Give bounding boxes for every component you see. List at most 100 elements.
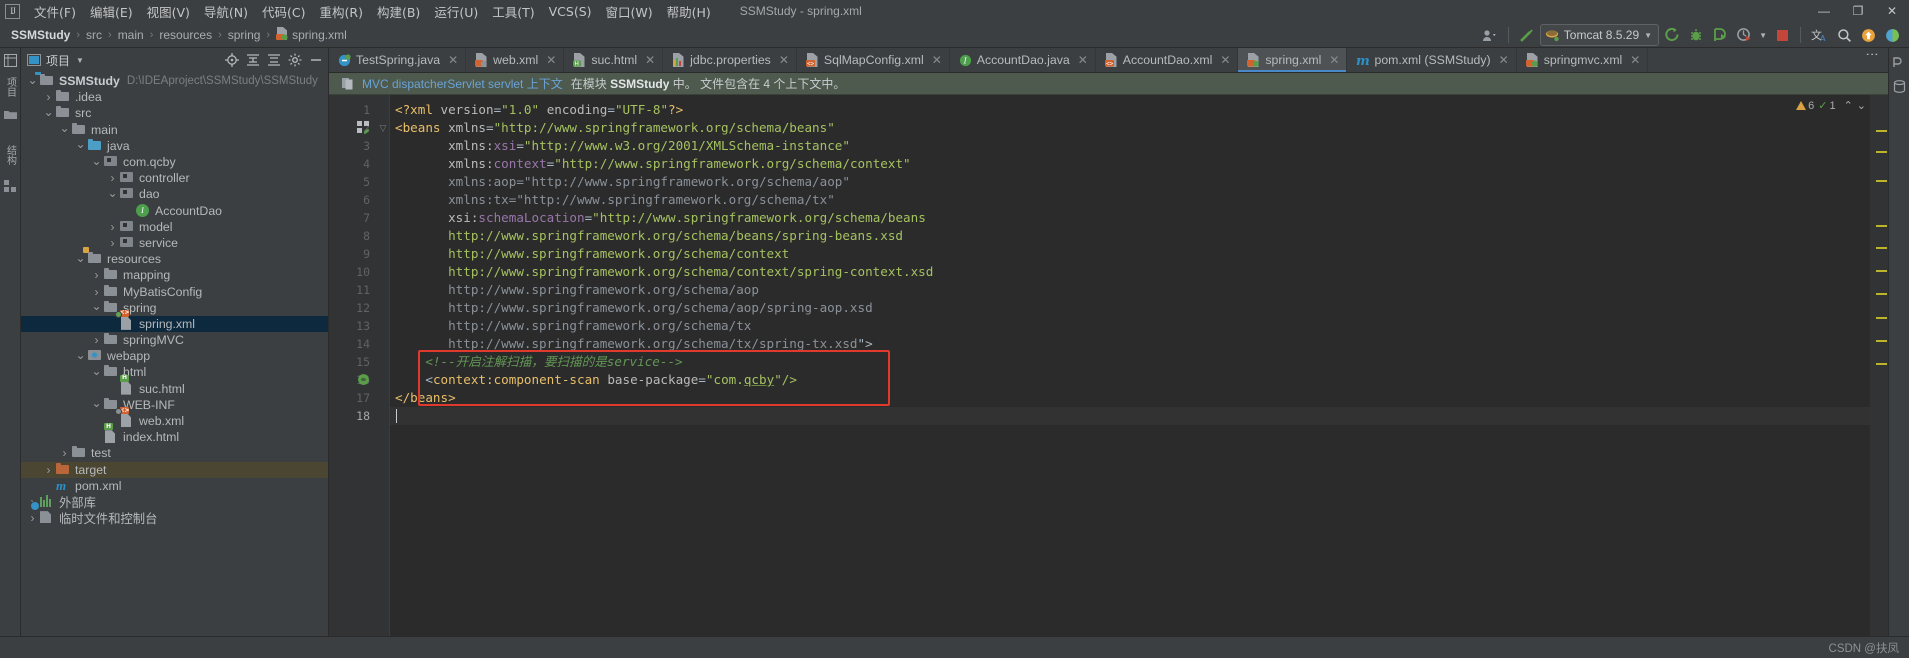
tree-node-main[interactable]: ⌄ main bbox=[21, 122, 328, 138]
tree-node-ssmstudy[interactable]: ⌄ SSMStudy D:\IDEAproject\SSMStudy\SSMStud… bbox=[21, 72, 328, 89]
maximize-button[interactable]: ❐ bbox=[1841, 0, 1875, 22]
error-stripe-mark[interactable] bbox=[1876, 340, 1887, 342]
update-available-icon[interactable] bbox=[1857, 24, 1879, 46]
error-stripe-mark[interactable] bbox=[1876, 130, 1887, 132]
chevron-down-icon[interactable]: ⌄ bbox=[59, 122, 70, 135]
error-stripe-mark[interactable] bbox=[1876, 293, 1887, 295]
error-stripe-mark[interactable] bbox=[1876, 247, 1887, 249]
tree-node-mybatisconfig[interactable]: › MyBatisConfig bbox=[21, 283, 328, 299]
close-tab-icon[interactable]: ✕ bbox=[1220, 53, 1230, 67]
menu-edit[interactable]: 编辑(E) bbox=[83, 0, 140, 23]
editor-tab-suc-html[interactable]: Hsuc.html ✕ bbox=[564, 48, 664, 72]
spring-context-notification-bar[interactable]: MVC dispatcherServlet servlet 上下文 在模块 SS… bbox=[329, 73, 1888, 95]
prev-problem-icon[interactable]: ⌃ bbox=[1844, 99, 1853, 112]
stop-button[interactable] bbox=[1771, 24, 1793, 46]
menu-file[interactable]: 文件(F) bbox=[27, 0, 83, 23]
error-stripe-mark[interactable] bbox=[1876, 180, 1887, 182]
chevron-down-icon[interactable]: ⌄ bbox=[75, 138, 86, 151]
chevron-down-icon[interactable]: ⌄ bbox=[91, 365, 102, 378]
code-editor[interactable]: 123456789101112131415161718 ▽ <?xml vers… bbox=[329, 95, 1888, 636]
code-line[interactable]: </beans> bbox=[390, 389, 1870, 407]
tree-node-accountdao[interactable]: I AccountDao bbox=[21, 203, 328, 219]
chevron-down-icon[interactable]: ▼ bbox=[76, 56, 84, 65]
tree-node-html[interactable]: ⌄ html bbox=[21, 364, 328, 380]
minimize-button[interactable]: — bbox=[1807, 0, 1841, 22]
code-line[interactable]: http://www.springframework.org/schema/co… bbox=[390, 263, 1870, 281]
profiler-button[interactable] bbox=[1733, 24, 1755, 46]
chevron-right-icon[interactable]: › bbox=[91, 269, 102, 281]
breadcrumb-item-src[interactable]: src bbox=[83, 27, 105, 43]
line-number[interactable]: 10 bbox=[329, 263, 377, 281]
chevron-right-icon[interactable]: › bbox=[107, 237, 118, 249]
code-line[interactable]: <?xml version="1.0" encoding="UTF-8"?> bbox=[390, 101, 1870, 119]
line-number[interactable]: 14 bbox=[329, 335, 377, 353]
code-folding-column[interactable]: ▽ bbox=[377, 95, 390, 636]
spring-component-scan-gutter-icon[interactable] bbox=[357, 373, 370, 386]
tree-node--idea[interactable]: › .idea bbox=[21, 89, 328, 105]
breadcrumb-item-ssmstudy[interactable]: SSMStudy bbox=[8, 27, 73, 43]
line-number[interactable]: 5 bbox=[329, 173, 377, 191]
error-stripe-mark[interactable] bbox=[1876, 363, 1887, 365]
code-line[interactable]: xmlns:xsi="http://www.w3.org/2001/XMLSch… bbox=[390, 137, 1870, 155]
settings-gear-icon[interactable] bbox=[286, 52, 303, 69]
error-stripe-mark[interactable] bbox=[1876, 317, 1887, 319]
run-with-coverage-button[interactable] bbox=[1709, 24, 1731, 46]
error-stripe-mark[interactable] bbox=[1876, 151, 1887, 153]
tree-node-model[interactable]: › model bbox=[21, 219, 328, 235]
chevron-right-icon[interactable]: › bbox=[27, 512, 38, 524]
code-line[interactable]: xsi:schemaLocation="http://www.springfra… bbox=[390, 209, 1870, 227]
close-tab-icon[interactable]: ✕ bbox=[1499, 53, 1509, 67]
chevron-down-icon[interactable]: ⌄ bbox=[91, 300, 102, 313]
code-line[interactable]: <context:component-scan base-package="co… bbox=[390, 371, 1870, 389]
code-line[interactable]: xmlns:context="http://www.springframewor… bbox=[390, 155, 1870, 173]
editor-tab-sqlmapconfig-xml[interactable]: <> SqlMapConfig.xml ✕ bbox=[797, 48, 950, 72]
menu-window[interactable]: 窗口(W) bbox=[599, 0, 660, 23]
line-number[interactable]: 2 bbox=[329, 119, 377, 137]
code-line[interactable]: http://www.springframework.org/schema/ao… bbox=[390, 299, 1870, 317]
tree-node--[interactable]: › 外部库 bbox=[21, 494, 328, 510]
editor-tab-accountdao-xml[interactable]: <> AccountDao.xml ✕ bbox=[1096, 48, 1239, 72]
chevron-down-icon[interactable]: ⌄ bbox=[43, 106, 54, 119]
chevron-down-icon[interactable]: ⌄ bbox=[75, 349, 86, 362]
menu-run[interactable]: 运行(U) bbox=[427, 0, 485, 23]
breadcrumb-item-main[interactable]: main bbox=[115, 27, 147, 43]
run-button[interactable] bbox=[1661, 24, 1683, 46]
close-tab-icon[interactable]: ✕ bbox=[1078, 53, 1088, 67]
menu-build[interactable]: 构建(B) bbox=[370, 0, 427, 23]
line-number[interactable]: 1 bbox=[329, 101, 377, 119]
tree-node-java[interactable]: ⌄ java bbox=[21, 138, 328, 154]
error-stripe-mark[interactable] bbox=[1876, 270, 1887, 272]
chevron-right-icon[interactable]: › bbox=[43, 91, 54, 103]
tree-node-pom-xml[interactable]: m pom.xml bbox=[21, 478, 328, 494]
close-tab-icon[interactable]: ✕ bbox=[779, 53, 789, 67]
editor-tab-springmvc-xml[interactable]: springmvc.xml ✕ bbox=[1517, 48, 1649, 72]
build-hammer-icon[interactable] bbox=[1516, 24, 1538, 46]
code-line[interactable] bbox=[390, 407, 1870, 425]
menu-navigate[interactable]: 导航(N) bbox=[197, 0, 255, 23]
structure-icon[interactable] bbox=[2, 178, 18, 194]
code-line[interactable]: <beans xmlns="http://www.springframework… bbox=[390, 119, 1870, 137]
translate-icon[interactable]: 文 A bbox=[1808, 24, 1831, 46]
menu-view[interactable]: 视图(V) bbox=[140, 0, 197, 23]
close-tab-icon[interactable]: ✕ bbox=[645, 53, 655, 67]
line-number[interactable]: 18 bbox=[329, 407, 377, 425]
chevron-right-icon[interactable]: › bbox=[107, 221, 118, 233]
search-everywhere-icon[interactable] bbox=[1833, 24, 1855, 46]
menu-vcs[interactable]: VCS(S) bbox=[542, 2, 599, 21]
tree-node-suc-html[interactable]: Hsuc.html bbox=[21, 374, 328, 397]
project-tree[interactable]: ⌄ SSMStudy D:\IDEAproject\SSMStudy\SSMStud… bbox=[21, 72, 328, 636]
line-number[interactable]: 15 bbox=[329, 353, 377, 371]
chevron-down-icon[interactable]: ⌄ bbox=[91, 155, 102, 168]
chevron-right-icon[interactable]: › bbox=[43, 464, 54, 476]
code-line[interactable]: http://www.springframework.org/schema/tx… bbox=[390, 335, 1870, 353]
error-stripe-mark[interactable] bbox=[1876, 225, 1887, 227]
tree-node-springmvc[interactable]: › springMVC bbox=[21, 332, 328, 348]
theme-toggle-icon[interactable] bbox=[1881, 24, 1903, 46]
folder-icon[interactable] bbox=[2, 106, 18, 122]
close-tab-icon[interactable]: ✕ bbox=[448, 53, 458, 67]
menu-code[interactable]: 代码(C) bbox=[255, 0, 312, 23]
editor-tab-jdbc-properties[interactable]: jdbc.properties ✕ bbox=[663, 48, 797, 72]
line-number[interactable]: 3 bbox=[329, 137, 377, 155]
maven-panel-icon[interactable] bbox=[1891, 54, 1907, 70]
debug-button[interactable] bbox=[1685, 24, 1707, 46]
